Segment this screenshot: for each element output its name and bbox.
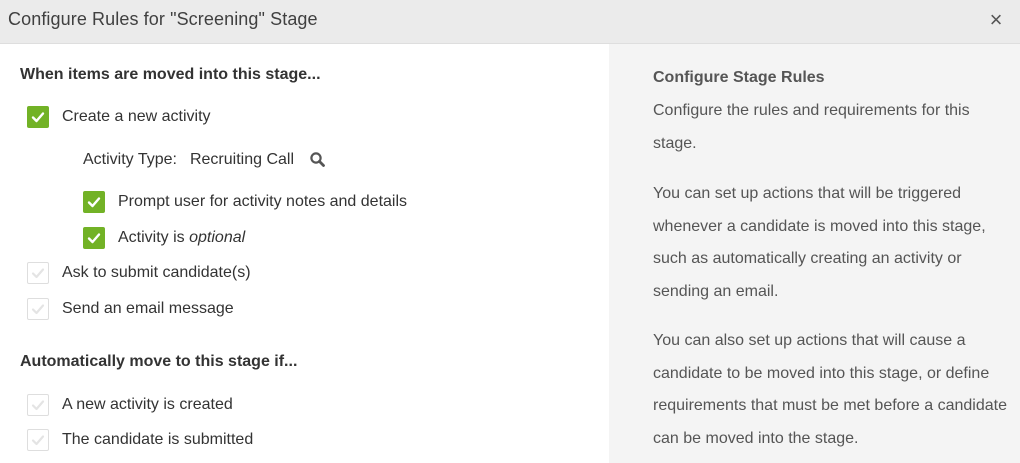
close-icon[interactable]: × — [984, 7, 1008, 33]
info-title: Configure Stage Rules — [653, 69, 825, 86]
activity-type-value: Recruiting Call — [189, 151, 295, 168]
configure-rules-dialog: Configure Rules for "Screening" Stage × … — [0, 0, 1020, 463]
submit-candidate-checkbox[interactable] — [27, 262, 49, 284]
activity-optional-option[interactable]: Activity is optional — [83, 226, 245, 250]
submit-candidate-label: Ask to submit candidate(s) — [62, 264, 251, 281]
send-email-label: Send an email message — [62, 300, 234, 317]
activity-optional-checkbox[interactable] — [83, 227, 105, 249]
info-panel: Configure Stage Rules Configure the rule… — [609, 44, 1020, 463]
info-paragraph-3: You can also set up actions that will ca… — [653, 332, 1007, 447]
candidate-submitted-checkbox[interactable] — [27, 429, 49, 451]
rules-panel: When items are moved into this stage... … — [0, 44, 609, 463]
prompt-notes-label: Prompt user for activity notes and detai… — [118, 193, 408, 210]
activity-created-label: A new activity is created — [62, 396, 233, 413]
create-activity-checkbox[interactable] — [27, 106, 49, 128]
checkmark-icon — [31, 400, 45, 411]
auto-move-heading: Automatically move to this stage if... — [20, 353, 298, 370]
activity-created-checkbox[interactable] — [27, 394, 49, 416]
send-email-option[interactable]: Send an email message — [27, 297, 234, 321]
activity-type-label: Activity Type: — [83, 151, 177, 168]
activity-type-row: Activity Type: Recruiting Call — [83, 148, 328, 172]
checkmark-icon — [87, 197, 101, 208]
activity-optional-emphasis: optional — [189, 229, 246, 246]
activity-created-option[interactable]: A new activity is created — [27, 393, 233, 417]
activity-optional-label: Activity is optional — [118, 229, 245, 247]
dialog-title: Configure Rules for "Screening" Stage — [8, 9, 318, 29]
checkmark-icon — [31, 435, 45, 446]
send-email-checkbox[interactable] — [27, 298, 49, 320]
prompt-notes-option[interactable]: Prompt user for activity notes and detai… — [83, 190, 407, 214]
dialog-header: Configure Rules for "Screening" Stage × — [0, 0, 1020, 44]
checkmark-icon — [31, 112, 45, 123]
candidate-submitted-option[interactable]: The candidate is submitted — [27, 428, 253, 452]
search-icon[interactable] — [308, 150, 328, 170]
checkmark-icon — [31, 268, 45, 279]
candidate-submitted-label: The candidate is submitted — [62, 431, 254, 448]
create-activity-label: Create a new activity — [62, 108, 211, 125]
submit-candidate-option[interactable]: Ask to submit candidate(s) — [27, 261, 251, 285]
checkmark-icon — [87, 233, 101, 244]
create-activity-option[interactable]: Create a new activity — [27, 105, 211, 129]
info-paragraph-1: Configure the rules and requirements for… — [653, 102, 970, 152]
checkmark-icon — [31, 304, 45, 315]
prompt-notes-checkbox[interactable] — [83, 191, 105, 213]
activity-optional-prefix: Activity is — [118, 229, 190, 246]
info-paragraph-2: You can set up actions that will be trig… — [653, 185, 986, 300]
moved-into-heading: When items are moved into this stage... — [20, 66, 321, 83]
